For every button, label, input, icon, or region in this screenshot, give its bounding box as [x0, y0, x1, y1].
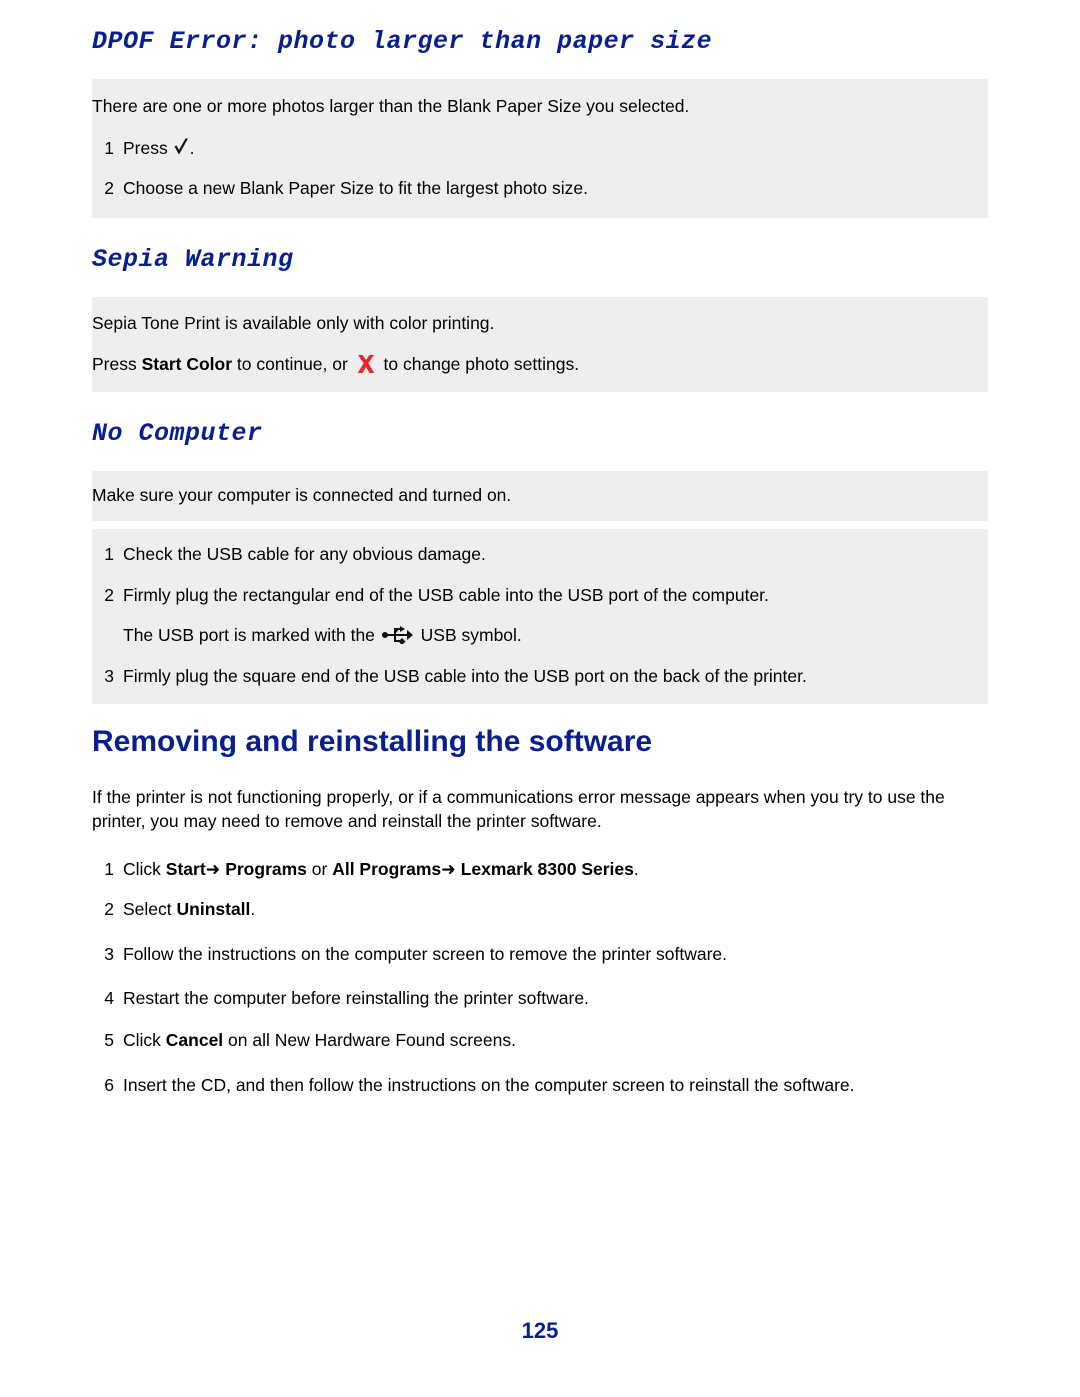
removing-step-2-pre: Select [123, 899, 177, 920]
usb-note-pre: The USB port is marked with the [123, 625, 380, 645]
cancel-x-icon [355, 354, 377, 374]
dpof-step-1: 1 Press . [92, 137, 988, 161]
sepia-line-2: Press Start Color to continue, or to cha… [92, 353, 988, 377]
start-menu-label: Start [165, 858, 206, 879]
usb-symbol-note: The USB port is marked with the USB symb… [123, 624, 988, 648]
arrow-icon-2: ➜ [441, 859, 456, 880]
no-computer-intro-block: Make sure your computer is connected and… [92, 471, 988, 521]
no-computer-step-2-text: Firmly plug the rectangular end of the U… [123, 585, 769, 606]
dpof-step-1-text: Press . [123, 137, 988, 161]
removing-step-2-post: . [250, 899, 256, 920]
dpof-step-2-number: 2 [104, 178, 114, 199]
sepia-line-2-mid: to continue, or [232, 353, 353, 374]
dpof-step-2: 2 Choose a new Blank Paper Size to fit t… [92, 177, 988, 201]
removing-step-1-mid: or [306, 858, 333, 879]
heading-no-computer: No Computer [92, 419, 263, 449]
removing-step-2-text: Select Uninstall. [123, 898, 988, 922]
removing-step-6-number: 6 [104, 1074, 114, 1095]
programs-label: Programs [225, 858, 307, 879]
removing-step-3: 3 Follow the instructions on the compute… [92, 943, 988, 967]
removing-step-6: 6 Insert the CD, and then follow the ins… [92, 1074, 988, 1098]
no-computer-step-1: 1 Check the USB cable for any obvious da… [92, 543, 988, 567]
dpof-step-1-number: 1 [104, 137, 114, 158]
removing-step-6-text: Insert the CD, and then follow the instr… [123, 1074, 855, 1095]
no-computer-step-1-text: Check the USB cable for any obvious dama… [123, 543, 486, 564]
no-computer-step-1-number: 1 [104, 543, 114, 564]
no-computer-intro: Make sure your computer is connected and… [92, 485, 512, 506]
lexmark-series-label: Lexmark 8300 Series [460, 858, 634, 879]
heading-removing-reinstalling: Removing and reinstalling the software [92, 725, 653, 759]
no-computer-step-3-text: Firmly plug the square end of the USB ca… [123, 665, 807, 686]
no-computer-step-3: 3 Firmly plug the square end of the USB … [92, 665, 988, 689]
spacer-before-removing [92, 704, 988, 724]
dpof-step-2-text: Choose a new Blank Paper Size to fit the… [123, 178, 588, 199]
dpof-intro: There are one or more photos larger than… [92, 96, 690, 116]
removing-step-1-text: Click Start➜ Programs or All Programs➜ L… [123, 858, 988, 883]
document-page: DPOF Error: photo larger than paper size… [0, 0, 1080, 1397]
removing-step-5-text: Click Cancel on all New Hardware Found s… [123, 1029, 988, 1053]
removing-step-5-post: on all New Hardware Found screens. [223, 1030, 516, 1050]
dpof-step-1-pre: Press [123, 137, 173, 158]
removing-step-1-post: . [633, 858, 639, 879]
removing-step-5-number: 5 [104, 1030, 114, 1050]
removing-step-1: 1 Click Start➜ Programs or All Programs➜… [92, 858, 988, 883]
no-computer-steps-block: 1 Check the USB cable for any obvious da… [92, 528, 988, 705]
dpof-step-1-post: . [189, 137, 195, 158]
dpof-body-block: There are one or more photos larger than… [92, 79, 988, 218]
removing-step-5-pre: Click [123, 1030, 166, 1050]
removing-step-3-number: 3 [104, 943, 114, 964]
removing-step-1-pre: Click [123, 858, 166, 879]
usb-symbol-icon [381, 626, 414, 646]
no-computer-step-2: 2 Firmly plug the rectangular end of the… [92, 584, 988, 608]
checkmark-icon [173, 138, 190, 157]
top-spacer [92, 0, 988, 27]
heading-sepia-warning: Sepia Warning [92, 244, 294, 274]
removing-step-2: 2 Select Uninstall. [92, 898, 988, 922]
removing-step-4-number: 4 [104, 988, 114, 1009]
removing-step-1-number: 1 [104, 858, 114, 879]
page-number: 125 [521, 1318, 559, 1343]
sepia-start-color-label: Start Color [141, 353, 233, 374]
removing-step-4-text: Restart the computer before reinstalling… [123, 988, 589, 1009]
spacer-after-dpof [92, 218, 988, 245]
sepia-body-block: Sepia Tone Print is available only with … [92, 296, 988, 393]
removing-step-3-text: Follow the instructions on the computer … [123, 943, 728, 964]
heading-dpof-error: DPOF Error: photo larger than paper size [92, 27, 713, 56]
no-computer-step-2-number: 2 [104, 585, 114, 606]
removing-step-4: 4 Restart the computer before reinstalli… [92, 987, 988, 1011]
no-computer-step-3-number: 3 [104, 665, 114, 686]
removing-step-5: 5 Click Cancel on all New Hardware Found… [92, 1029, 988, 1053]
sepia-line-1: Sepia Tone Print is available only with … [92, 312, 495, 333]
spacer-after-sepia [92, 392, 988, 419]
usb-note-post: USB symbol. [415, 625, 522, 645]
removing-step-2-number: 2 [104, 899, 114, 920]
sepia-line-2-post: to change photo settings. [378, 353, 580, 374]
all-programs-label: All Programs [332, 858, 442, 879]
uninstall-label: Uninstall [176, 899, 251, 920]
arrow-icon-1: ➜ [205, 859, 221, 880]
cancel-label: Cancel [165, 1030, 224, 1050]
sepia-line-2-pre: Press [92, 353, 142, 374]
removing-intro: If the printer is not functioning proper… [92, 787, 945, 831]
